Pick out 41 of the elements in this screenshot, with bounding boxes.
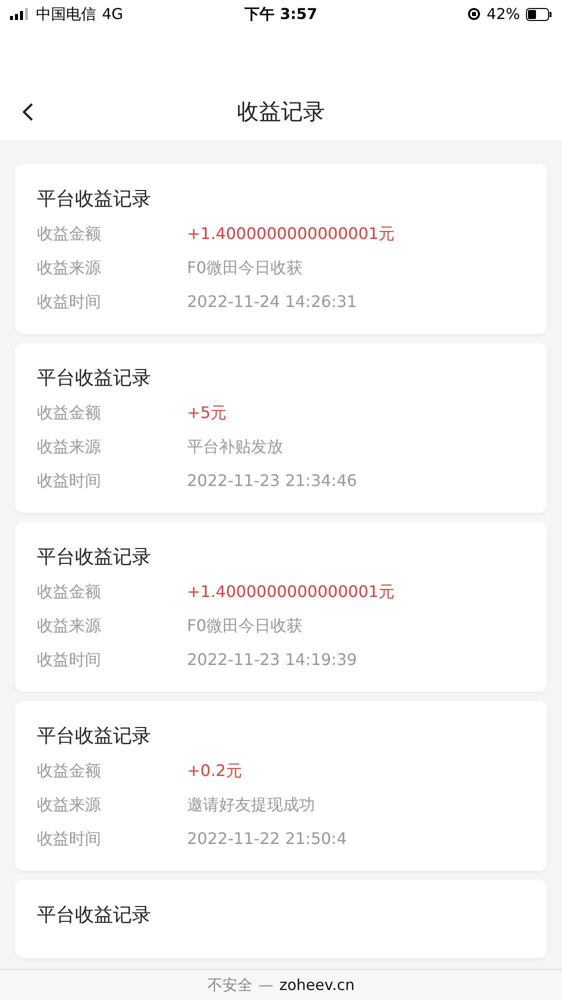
card-title: 平台收益记录 [37, 545, 152, 570]
field-value: F0微田今日收获 [187, 615, 302, 637]
field-value: 平台补贴发放 [187, 436, 283, 458]
battery-icon [526, 8, 552, 20]
card-title: 平台收益记录 [37, 724, 152, 749]
amount-value: +0.2元 [187, 760, 242, 782]
field-value: 2022-11-24 14:26:31 [187, 291, 357, 313]
field-label: 收益来源 [37, 794, 102, 816]
field-label: 收益金额 [37, 760, 102, 782]
amount-value: +1.4000000000000001元 [187, 581, 395, 603]
back-icon [22, 102, 34, 122]
amount-value: +5元 [187, 402, 227, 424]
battery-percent: 42% [486, 5, 520, 23]
field-label: 收益来源 [37, 436, 102, 458]
network-type: 4G [102, 5, 124, 23]
field-value: 2022-11-23 14:19:39 [187, 649, 357, 671]
field-label: 收益时间 [37, 649, 102, 671]
amount-value: +1.4000000000000001元 [187, 223, 395, 245]
security-label: 不安全 [207, 976, 252, 994]
field-label: 收益金额 [37, 402, 102, 424]
card-title: 平台收益记录 [37, 366, 152, 391]
carrier-name: 中国电信 [36, 4, 96, 24]
field-label: 收益时间 [37, 828, 102, 850]
field-label: 收益时间 [37, 470, 102, 492]
field-label: 收益来源 [37, 615, 102, 637]
rotation-lock-icon [466, 7, 481, 21]
field-value: 2022-11-22 21:50:4 [187, 828, 347, 850]
field-label: 收益金额 [37, 581, 102, 603]
field-value: 邀请好友提现成功 [187, 794, 315, 816]
field-value: F0微田今日收获 [187, 257, 302, 279]
domain-link[interactable]: zoheev.cn [279, 976, 355, 994]
card-title: 平台收益记录 [37, 187, 152, 212]
card-title: 平台收益记录 [37, 903, 152, 928]
clock-time: 下午 3:57 [244, 4, 318, 24]
page-title: 收益记录 [237, 99, 325, 127]
signal-icon [10, 8, 30, 20]
field-label: 收益金额 [37, 223, 102, 245]
field-label: 收益来源 [37, 257, 102, 279]
field-value: 2022-11-23 21:34:46 [187, 470, 357, 492]
field-label: 收益时间 [37, 291, 102, 313]
separator-dash: — [258, 976, 274, 994]
